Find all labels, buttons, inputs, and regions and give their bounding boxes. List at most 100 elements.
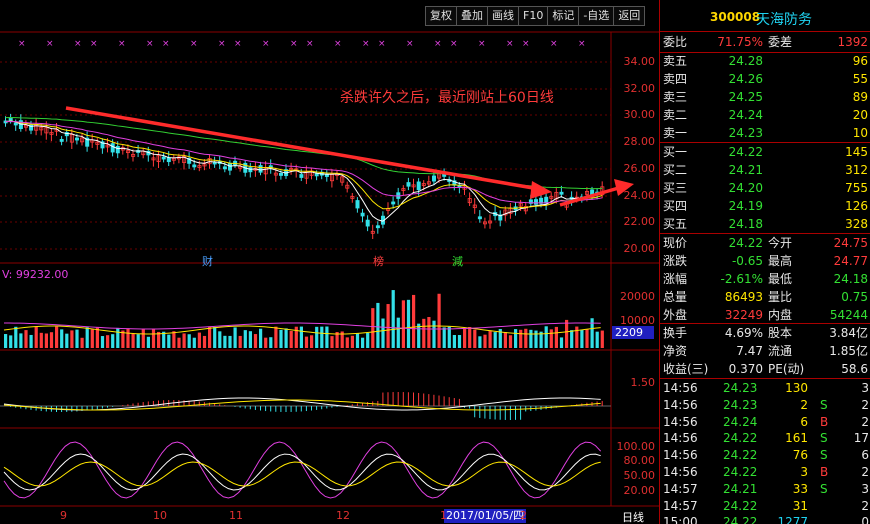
svg-text:×: × [362, 39, 370, 49]
stats-value: 1.85亿 [829, 344, 868, 358]
tick-count: 0 [861, 515, 869, 524]
svg-text:×: × [46, 39, 54, 49]
event-marker-0[interactable]: 财 [202, 253, 213, 269]
weicha-value: 1392 [837, 35, 868, 49]
svg-text:×: × [162, 39, 170, 49]
svg-text:×: × [90, 39, 98, 49]
bids-row[interactable]: 买一 24.22 145 [660, 144, 870, 161]
tick-side: S [820, 397, 828, 412]
asks-price: 24.23 [728, 126, 763, 140]
tick-volume: 31 [792, 498, 808, 513]
asks-row[interactable]: 卖五 24.28 96 [660, 53, 870, 70]
asks-label: 卖一 [663, 126, 688, 140]
svg-text:×: × [146, 39, 154, 49]
asks-label: 卖三 [663, 90, 688, 104]
tick-price: 24.23 [723, 381, 758, 395]
stock-name: 天海防务 [756, 12, 812, 28]
quote-label: 外盘 [663, 308, 688, 322]
svg-text:×: × [262, 39, 270, 49]
stats-row: 净资 7.47 流通 1.85亿 [660, 343, 870, 360]
event-marker-1[interactable]: 榜 [373, 253, 384, 269]
price-tick: 30.00 [623, 108, 656, 121]
tick-side: S [820, 431, 828, 446]
stats-value: 58.6 [841, 362, 868, 376]
event-marker-2[interactable]: 減 [452, 253, 463, 269]
bids-row[interactable]: 买五 24.18 328 [660, 216, 870, 233]
svg-text:×: × [290, 39, 298, 49]
volume-label: V: 99232.00 [2, 268, 69, 281]
stock-header: 300008 天海防务 [660, 0, 870, 32]
date-tick: 9 [60, 509, 67, 522]
asks-price: 24.26 [728, 72, 763, 86]
tick-price: 24.23 [723, 397, 758, 412]
price-tick: 26.00 [623, 162, 656, 175]
date-tick: 11 [229, 509, 243, 522]
kline-chart[interactable]: × × × × × × × × × × × × × × × × × × × × × × × × [0, 0, 659, 524]
bids-price: 24.21 [728, 163, 763, 177]
kdj-tick: 20.00 [623, 484, 656, 497]
period-label[interactable]: 日线 [622, 509, 644, 524]
bids-label: 买五 [663, 217, 688, 231]
asks-row[interactable]: 卖三 24.25 89 [660, 89, 870, 106]
tick-side: B [820, 414, 829, 429]
stats-row: 收益(三) 0.370 PE(动) 58.6 [660, 361, 870, 378]
quote-label: 涨跌 [663, 254, 688, 268]
svg-text:×: × [434, 39, 442, 49]
quote-label: 今开 [768, 236, 793, 250]
bids-price: 24.19 [728, 199, 763, 213]
asks-row[interactable]: 卖一 24.23 10 [660, 125, 870, 142]
tick-count: 6 [861, 448, 869, 463]
stats-value: 3.84亿 [829, 326, 868, 340]
tick-row: 14:56 24.23 2 S 2 [660, 397, 870, 414]
svg-text:×: × [406, 39, 414, 49]
asks-label: 卖四 [663, 72, 688, 86]
stats-value: 7.47 [736, 344, 763, 358]
tick-price: 24.22 [723, 431, 758, 446]
asks-volume: 20 [852, 108, 868, 122]
quote-panel: 300008 天海防务 委比 71.75% 委差 1392 卖五 24.28 96 卖… [659, 0, 870, 524]
asks-label: 卖二 [663, 108, 688, 122]
tick-price: 24.22 [723, 498, 758, 513]
stats-label: 净资 [663, 344, 688, 358]
svg-text:×: × [334, 39, 342, 49]
svg-text:×: × [234, 39, 242, 49]
tick-row: 14:57 24.22 31 2 [660, 498, 870, 515]
asks-volume: 10 [852, 126, 868, 140]
quote-value: 24.77 [833, 254, 868, 268]
asks-row[interactable]: 卖二 24.24 20 [660, 107, 870, 124]
quote-label: 现价 [663, 236, 688, 250]
tick-time: 14:56 [663, 414, 698, 429]
stats-value: 0.370 [728, 362, 763, 376]
asks-volume: 89 [852, 90, 868, 104]
quote-value: 54244 [829, 308, 868, 322]
tick-time: 14:56 [663, 448, 698, 463]
tick-time: 14:56 [663, 397, 698, 412]
quote-row: 涨跌 -0.65 最高 24.77 [660, 253, 870, 270]
quote-label: 最高 [768, 254, 793, 268]
price-tick: 20.00 [623, 242, 656, 255]
asks-row[interactable]: 卖四 24.26 55 [660, 71, 870, 88]
svg-text:×: × [218, 39, 226, 49]
tick-count: 3 [861, 381, 869, 395]
svg-text:×: × [190, 39, 198, 49]
bids-volume: 312 [845, 163, 868, 177]
bids-row[interactable]: 买三 24.20 755 [660, 180, 870, 197]
quote-value: 32249 [724, 308, 763, 322]
price-tick: 28.00 [623, 135, 656, 148]
bids-row[interactable]: 买二 24.21 312 [660, 162, 870, 179]
macd-tick: 1.50 [630, 376, 656, 389]
weibi-row: 委比 71.75% 委差 1392 [660, 34, 870, 51]
tick-time: 14:56 [663, 381, 698, 395]
svg-text:×: × [522, 39, 530, 49]
svg-text:×: × [450, 39, 458, 49]
kdj-tick: 50.00 [623, 469, 656, 482]
annotation-text: 杀跌许久之后，最近刚站上60日线 [340, 90, 554, 106]
asks-price: 24.25 [728, 90, 763, 104]
quote-label: 量比 [768, 290, 793, 304]
tick-row: 14:57 24.21 33 S 3 [660, 481, 870, 498]
tick-count: 2 [861, 498, 869, 513]
price-tick: 22.00 [623, 215, 656, 228]
tick-count: 3 [861, 481, 869, 496]
tick-row: 14:56 24.22 3 B 2 [660, 464, 870, 481]
bids-row[interactable]: 买四 24.19 126 [660, 198, 870, 215]
